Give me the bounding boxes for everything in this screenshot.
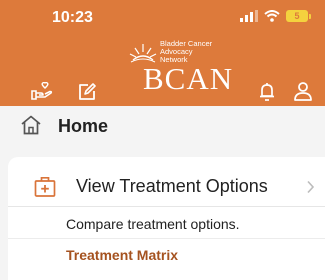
divider [8, 206, 325, 207]
treatment-matrix-link[interactable]: Treatment Matrix [66, 247, 178, 263]
status-icons: 5 [240, 10, 311, 22]
page-header [0, 108, 325, 146]
logo-wordmark: BCAN [143, 61, 234, 96]
chevron-right-icon[interactable] [306, 180, 315, 194]
page-title: Home [58, 116, 109, 136]
medical-kit-icon [34, 176, 56, 197]
status-time: 10:23 [52, 9, 93, 26]
signal-icon [240, 10, 258, 22]
user-icon[interactable] [293, 82, 313, 101]
divider [8, 238, 325, 239]
hand-heart-icon[interactable] [31, 82, 53, 100]
battery-level: 5 [286, 10, 308, 22]
bcan-logo: Bladder Cancer Advocacy Network BCAN [119, 40, 239, 98]
card-title-button[interactable]: View Treatment Options [76, 176, 268, 197]
battery-icon: 5 [286, 10, 311, 22]
wifi-icon [264, 10, 280, 22]
edit-note-icon[interactable] [78, 83, 96, 101]
app-header: 10:23 5 Bladder Cancer Advocacy Network … [0, 0, 325, 106]
home-icon [21, 115, 41, 135]
card-description: Compare treatment options. [66, 216, 240, 232]
bell-icon[interactable] [259, 83, 275, 101]
